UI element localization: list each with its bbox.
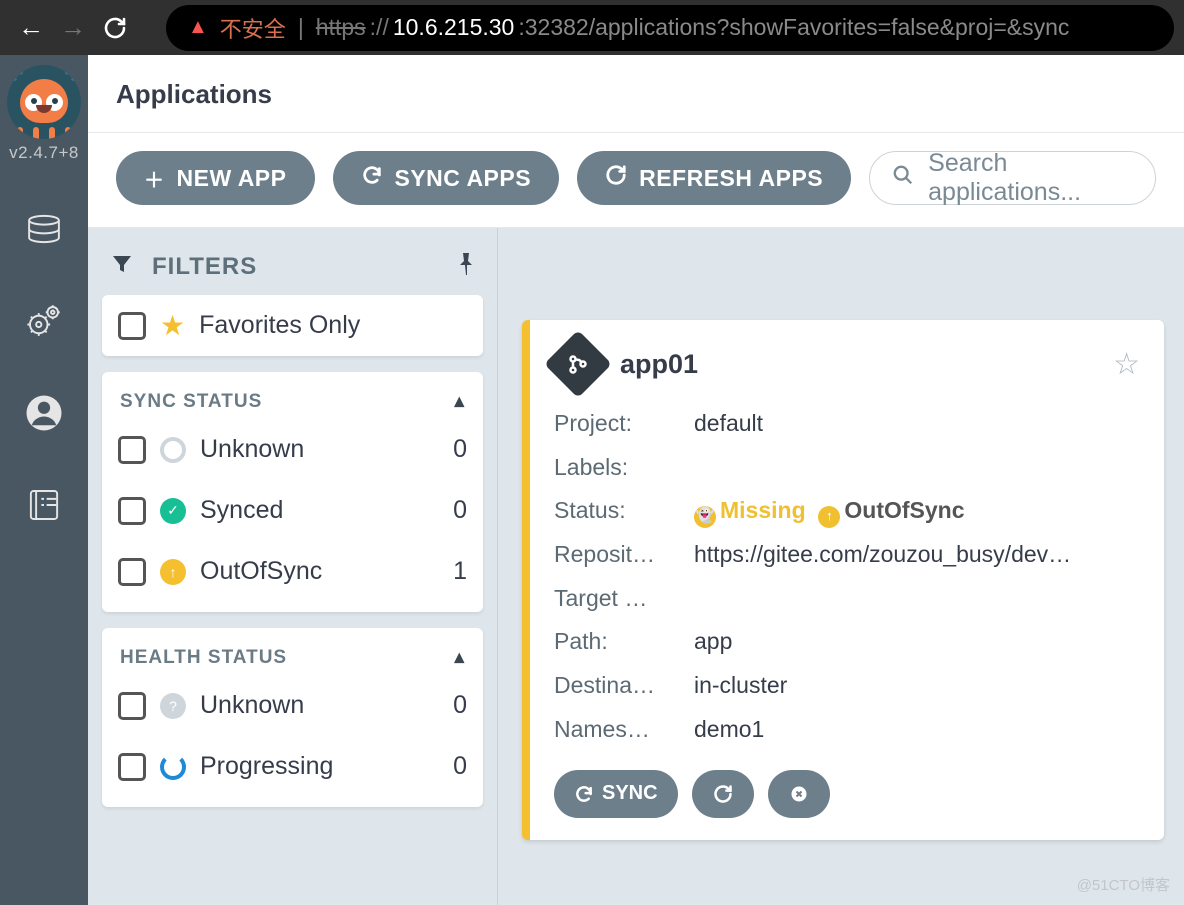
sidebar-settings-icon[interactable] <box>18 295 70 347</box>
filter-sync-outofsync[interactable]: ↑ OutOfSync 1 <box>118 541 467 602</box>
checkbox[interactable] <box>118 753 146 781</box>
star-icon: ★ <box>160 309 185 342</box>
filter-sync-unknown[interactable]: Unknown 0 <box>118 419 467 480</box>
sync-status-panel: SYNC STATUS ▴ Unknown 0 ✓ Synced 0 <box>102 372 483 612</box>
chevron-up-icon: ▴ <box>454 646 465 669</box>
card-delete-button[interactable] <box>768 770 830 818</box>
main: Applications ＋ NEW APP SYNC APPS REFRESH… <box>88 55 1184 905</box>
watermark: @51CTO博客 <box>1077 874 1170 895</box>
back-button[interactable]: ← <box>10 7 52 49</box>
status-value: 👻Missing ↑OutOfSync <box>694 489 1140 533</box>
version-label: v2.4.7+8 <box>7 143 81 163</box>
forward-button[interactable]: → <box>52 7 94 49</box>
refresh-icon <box>605 164 627 192</box>
insecure-label: 不安全 <box>220 12 286 44</box>
checkbox[interactable] <box>118 692 146 720</box>
health-status-header[interactable]: HEALTH STATUS ▴ <box>118 638 467 675</box>
synced-icon: ✓ <box>160 498 186 524</box>
search-placeholder: Search applications... <box>928 149 1133 207</box>
unknown-icon: ? <box>160 693 186 719</box>
application-name: app01 <box>620 349 698 380</box>
filters-label: FILTERS <box>152 253 257 281</box>
favorite-star-icon[interactable]: ☆ <box>1113 347 1140 382</box>
application-card[interactable]: app01 ☆ Project:default Labels: Status: … <box>522 320 1164 840</box>
outofsync-icon: ↑ <box>818 506 840 528</box>
new-app-button[interactable]: ＋ NEW APP <box>116 151 315 205</box>
filters-panel: FILTERS ★ Favorites Only SYNC STATUS ▴ <box>88 228 498 905</box>
sidebar-applications-icon[interactable] <box>18 203 70 255</box>
applications-grid: app01 ☆ Project:default Labels: Status: … <box>498 228 1184 905</box>
sync-apps-button[interactable]: SYNC APPS <box>333 151 560 205</box>
search-input[interactable]: Search applications... <box>869 151 1156 205</box>
card-refresh-button[interactable] <box>692 770 754 818</box>
argo-logo[interactable]: v2.4.7+8 <box>7 65 81 163</box>
browser-toolbar: ← → ▲ 不安全 | https://10.6.215.30:32382/ap… <box>0 0 1184 55</box>
outofsync-icon: ↑ <box>160 559 186 585</box>
git-icon <box>544 330 612 398</box>
filter-sync-synced[interactable]: ✓ Synced 0 <box>118 480 467 541</box>
sidebar-user-icon[interactable] <box>18 387 70 439</box>
checkbox[interactable] <box>118 558 146 586</box>
url-bar[interactable]: ▲ 不安全 | https://10.6.215.30:32382/applic… <box>166 5 1174 51</box>
unknown-icon <box>160 437 186 463</box>
url-host: 10.6.215.30 <box>393 14 515 41</box>
missing-icon: 👻 <box>694 506 716 528</box>
checkbox[interactable] <box>118 312 146 340</box>
insecure-icon: ▲ <box>188 16 208 39</box>
filter-health-progressing[interactable]: Progressing 0 <box>118 736 467 797</box>
refresh-apps-button[interactable]: REFRESH APPS <box>577 151 851 205</box>
filter-icon <box>110 252 134 281</box>
checkbox[interactable] <box>118 497 146 525</box>
plus-icon: ＋ <box>144 164 165 193</box>
checkbox[interactable] <box>118 436 146 464</box>
favorites-only-row[interactable]: ★ Favorites Only <box>102 295 483 356</box>
search-icon <box>892 164 914 193</box>
toolbar: ＋ NEW APP SYNC APPS REFRESH APPS Search … <box>88 133 1184 228</box>
filter-health-unknown[interactable]: ? Unknown 0 <box>118 675 467 736</box>
url-path: :32382/applications?showFavorites=false&… <box>518 14 1069 41</box>
sync-status-header[interactable]: SYNC STATUS ▴ <box>118 382 467 419</box>
card-sync-button[interactable]: SYNC <box>554 770 678 818</box>
url-scheme: https <box>316 14 366 41</box>
page-title: Applications <box>88 55 1184 133</box>
health-status-panel: HEALTH STATUS ▴ ? Unknown 0 Progressing … <box>102 628 483 807</box>
progressing-icon <box>160 754 186 780</box>
pin-icon[interactable] <box>457 253 475 280</box>
chevron-up-icon: ▴ <box>454 390 465 413</box>
reload-button[interactable] <box>94 7 136 49</box>
sync-icon <box>361 164 383 192</box>
app-sidebar: v2.4.7+8 <box>0 55 88 905</box>
sidebar-docs-icon[interactable] <box>18 479 70 531</box>
